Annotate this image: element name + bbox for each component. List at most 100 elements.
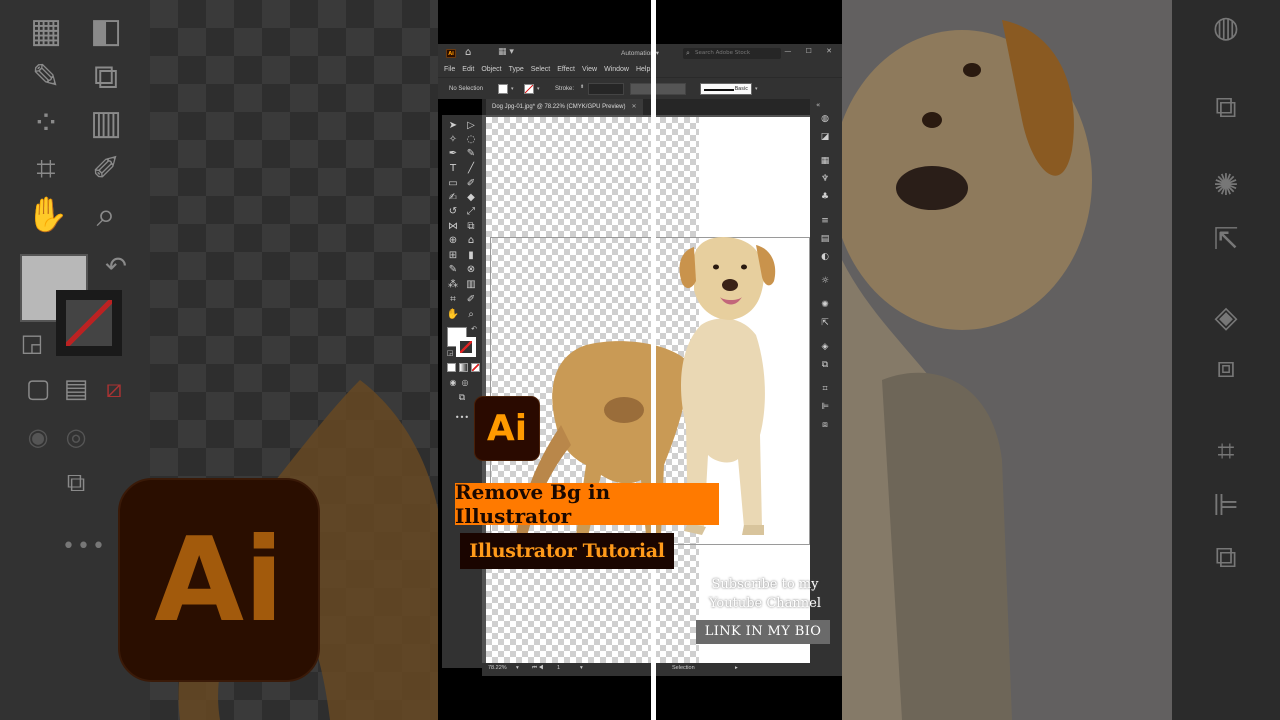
stroke-stepper-icon[interactable]: ⬍ (580, 84, 584, 90)
brush-dropdown-icon[interactable]: ▾ (755, 86, 758, 92)
zoom-icon[interactable]: ⌕ (463, 308, 479, 321)
menu-help[interactable]: Help (636, 66, 650, 73)
artboard-number[interactable]: 1 (557, 665, 560, 671)
zoom-dropdown-icon[interactable]: ▾ (516, 665, 519, 671)
stock-search-input[interactable]: ⌕ Search Adobe Stock (683, 48, 781, 59)
pathfinder-panel-icon[interactable]: ⧈ (818, 419, 832, 431)
zoomed-color-mode-icon: ▢ (25, 374, 51, 404)
menu-file[interactable]: File (444, 66, 455, 73)
artboard-tool-icon[interactable]: ⌗ (445, 293, 461, 306)
eraser-icon[interactable]: ◆ (463, 191, 479, 204)
pen-icon[interactable]: ✒ (445, 147, 461, 160)
stroke-dropdown-icon[interactable]: ▾ (537, 86, 540, 92)
screen-mode-icon[interactable]: ⧉ (454, 392, 470, 405)
zoomed-swatches-icon: ◍ (1212, 10, 1240, 45)
transform-panel-icon[interactable]: ⌗ (818, 383, 832, 395)
lasso-icon[interactable]: ◌ (463, 133, 479, 146)
symbol-sprayer-icon[interactable]: ⁂ (445, 278, 461, 291)
status-arrow-icon[interactable]: ▸ (735, 665, 738, 671)
shaper-icon[interactable]: ✍ (445, 191, 461, 204)
subtitle-banner: Illustrator Tutorial (460, 533, 674, 569)
blend-icon[interactable]: ⊗ (463, 263, 479, 276)
artboard-nav-icon[interactable]: ⏮ ◀ (532, 665, 543, 672)
collapse-panels-icon[interactable]: « (816, 101, 820, 109)
zoomed-crop-icon: ⌗ (1217, 434, 1235, 469)
color-panel-icon[interactable]: ◍ (818, 113, 832, 125)
close-icon[interactable]: ✕ (631, 104, 636, 110)
tools-panel: ➤ ▷ ✧ ◌ ✒ ✎ T ╱ ▭ ✐ ✍ ◆ ↺ ⤢ ⋈ ⧉ ⊕ ⌂ ⊞ ▮ … (442, 115, 482, 668)
gradient-panel-icon[interactable]: ▤ (818, 233, 832, 245)
magic-wand-icon[interactable]: ✧ (445, 133, 461, 146)
menu-type[interactable]: Type (509, 66, 524, 73)
bio-link-label[interactable]: LINK IN MY BIO (696, 620, 830, 644)
menu-select[interactable]: Select (531, 66, 550, 73)
hand-icon[interactable]: ✋ (445, 308, 461, 321)
zoomed-artboards-icon: ⧈ (1216, 350, 1236, 385)
stroke-weight-field[interactable] (588, 83, 624, 95)
home-icon[interactable]: ⌂ (465, 47, 471, 58)
width-tool-icon[interactable]: ⋈ (445, 220, 461, 233)
zoomed-gradient-icon: ◧ (89, 11, 123, 51)
selection-status: No Selection (449, 86, 484, 92)
gradient-icon[interactable]: ▮ (463, 249, 479, 262)
artboard-dropdown-icon[interactable]: ▾ (580, 665, 583, 671)
align-panel-icon[interactable]: ⊫ (818, 401, 832, 413)
menu-window[interactable]: Window (604, 66, 629, 73)
perspective-grid-icon[interactable]: ⌂ (463, 234, 479, 247)
swatches-panel-icon[interactable]: ▦ (818, 155, 832, 167)
artboards-panel-icon[interactable]: ⧉ (818, 359, 832, 371)
selection-tool-icon[interactable]: ➤ (445, 119, 461, 132)
swap-colors-icon[interactable]: ↶ (466, 323, 482, 336)
edit-toolbar-icon[interactable]: ••• (454, 411, 470, 424)
type-icon[interactable]: T (445, 162, 461, 175)
none-mode-button[interactable] (471, 363, 480, 372)
curvature-icon[interactable]: ✎ (463, 147, 479, 160)
zoomed-align-icon: ⊫ (1212, 488, 1240, 523)
appearance-panel-icon[interactable]: ☼ (818, 275, 832, 287)
menu-view[interactable]: View (582, 66, 597, 73)
stroke-color-swatch[interactable] (524, 84, 534, 94)
symbols-panel-icon[interactable]: ♣ (818, 191, 832, 203)
rotate-icon[interactable]: ↺ (445, 205, 461, 218)
stroke-panel-icon[interactable]: ≡ (818, 215, 832, 227)
arrange-documents-icon[interactable]: ▦ ▾ (498, 47, 514, 57)
direct-selection-icon[interactable]: ▷ (463, 119, 479, 132)
color-mode-button[interactable] (447, 363, 456, 372)
draw-behind-icon[interactable]: ◎ (457, 376, 473, 389)
default-colors-icon[interactable]: ◲ (442, 347, 458, 360)
graphic-styles-icon[interactable]: ✺ (818, 299, 832, 311)
zoomed-pathfinder-icon: ⧉ (1215, 540, 1237, 575)
menu-object[interactable]: Object (481, 66, 501, 73)
brushes-panel-icon[interactable]: ♆ (818, 173, 832, 185)
color-guide-icon[interactable]: ◪ (818, 131, 832, 143)
layers-panel-icon[interactable]: ◈ (818, 341, 832, 353)
right-zoomed-background: ◍ ⧉ ✺ ⇱ ◈ ⧈ ⌗ ⊫ ⧉ (842, 0, 1280, 720)
paintbrush-icon[interactable]: ✐ (463, 177, 479, 190)
variable-width-profile[interactable] (630, 83, 686, 95)
mesh-icon[interactable]: ⊞ (445, 249, 461, 262)
zoom-level[interactable]: 78.22% (488, 665, 507, 671)
scale-icon[interactable]: ⤢ (463, 205, 479, 218)
stroke-label[interactable]: Stroke: (555, 86, 574, 92)
line-segment-icon[interactable]: ╱ (463, 162, 479, 175)
fill-dropdown-icon[interactable]: ▾ (511, 86, 514, 92)
asset-export-icon[interactable]: ⇱ (818, 317, 832, 329)
shape-builder-icon[interactable]: ⊕ (445, 234, 461, 247)
transparency-panel-icon[interactable]: ◐ (818, 251, 832, 263)
document-tab[interactable]: Dog Jpg-01.jpg* @ 78.22% (CMYK/GPU Previ… (486, 99, 643, 115)
menu-effect[interactable]: Effect (557, 66, 575, 73)
fill-color-swatch[interactable] (498, 84, 508, 94)
window-controls[interactable]: — ☐ ✕ (784, 47, 838, 55)
menu-edit[interactable]: Edit (462, 66, 474, 73)
column-graph-icon[interactable]: ▥ (463, 278, 479, 291)
slice-icon[interactable]: ✐ (463, 293, 479, 306)
gradient-mode-button[interactable] (459, 363, 468, 372)
zoomed-stroke-swatch (56, 290, 122, 356)
rectangle-icon[interactable]: ▭ (445, 177, 461, 190)
zoomed-default-colors-icon: ◲ (20, 329, 44, 357)
eyedropper-icon[interactable]: ✎ (445, 263, 461, 276)
stroke-swatch[interactable] (456, 337, 476, 357)
zoomed-symbol-icon: ▦ (29, 11, 63, 51)
free-transform-icon[interactable]: ⧉ (463, 220, 479, 233)
brush-definition[interactable]: Basic (700, 83, 752, 95)
